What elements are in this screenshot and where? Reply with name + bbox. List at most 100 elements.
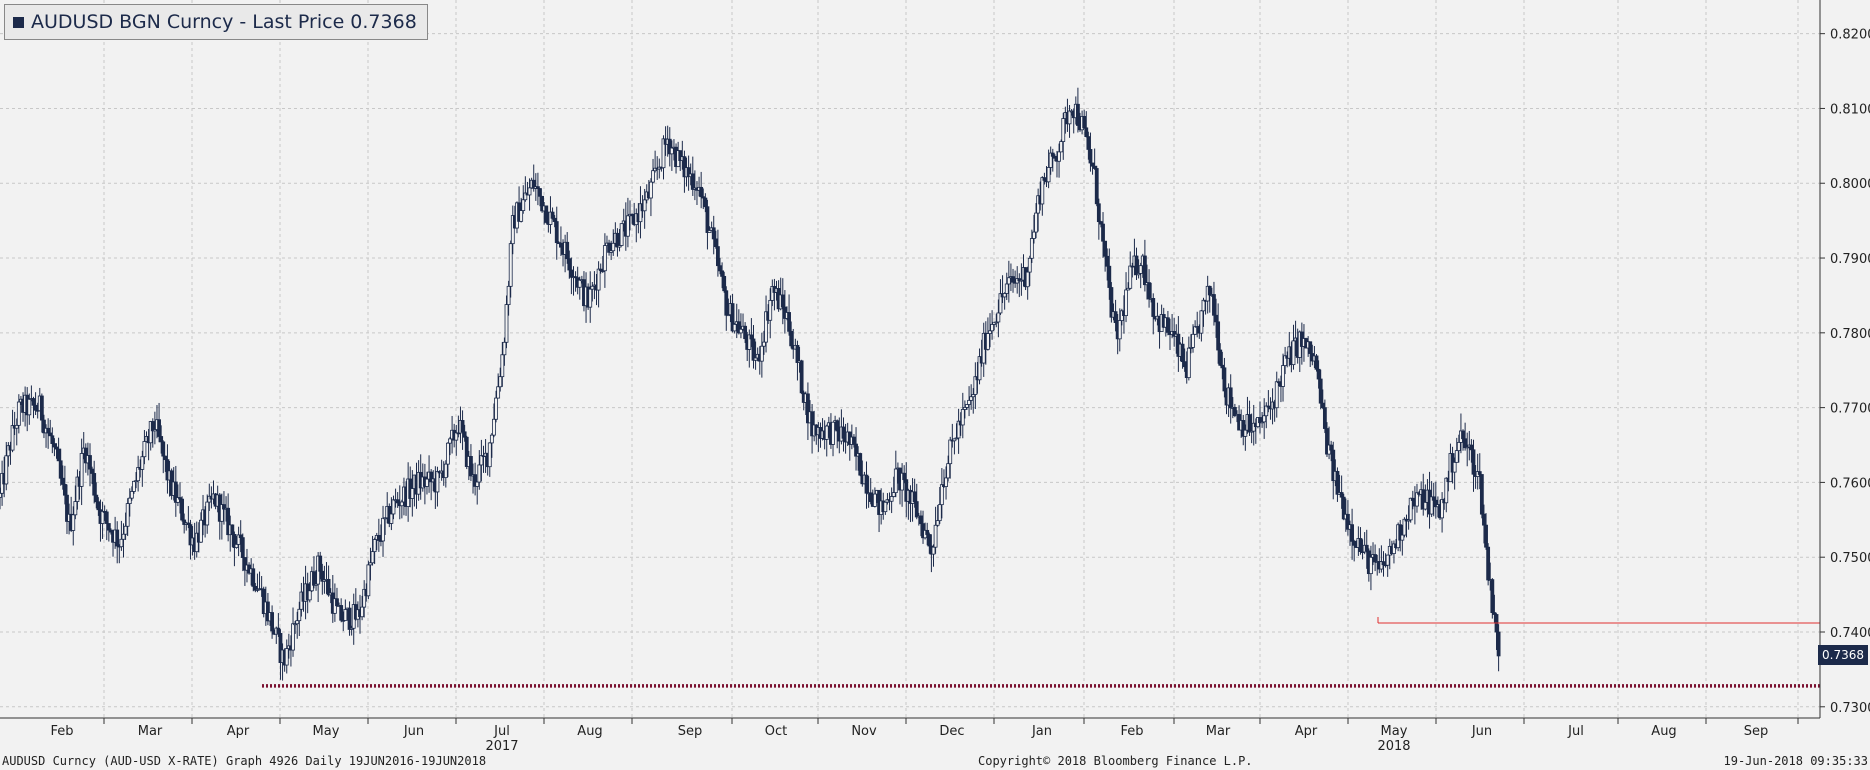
candle-down bbox=[720, 270, 724, 277]
candle-down bbox=[795, 344, 800, 363]
candle-down bbox=[1486, 546, 1491, 581]
candle-down bbox=[902, 472, 907, 481]
candle-up bbox=[1402, 518, 1407, 536]
candle-down bbox=[115, 529, 120, 547]
candle-down bbox=[1214, 314, 1218, 323]
candle-down bbox=[326, 578, 331, 596]
candle-up bbox=[500, 354, 505, 378]
candle-down bbox=[703, 197, 708, 208]
candle-down bbox=[1107, 265, 1112, 288]
candle-up bbox=[1201, 299, 1206, 312]
candle-up bbox=[937, 504, 942, 522]
candle-up bbox=[1385, 554, 1390, 566]
candle-up bbox=[527, 187, 532, 196]
level-lines bbox=[262, 617, 1820, 688]
candle-down bbox=[912, 491, 917, 502]
candle-down bbox=[1105, 255, 1110, 267]
candle-down bbox=[787, 312, 791, 332]
candle-down bbox=[251, 568, 256, 587]
candle-up bbox=[596, 268, 601, 291]
candle-up bbox=[307, 590, 312, 601]
candle-down bbox=[238, 534, 243, 539]
candle-up bbox=[1274, 381, 1279, 409]
candle-down bbox=[927, 534, 932, 547]
grid-lines bbox=[0, 0, 1820, 718]
candle-down bbox=[724, 290, 729, 316]
candle-up bbox=[1415, 492, 1419, 507]
candle-down bbox=[1471, 449, 1476, 475]
candle-down bbox=[31, 398, 36, 406]
x-month-label: Aug bbox=[577, 724, 602, 739]
candle-down bbox=[713, 238, 718, 247]
candle-down bbox=[376, 535, 381, 541]
candle-down bbox=[1308, 341, 1313, 354]
candle-up bbox=[205, 501, 210, 526]
candle-up bbox=[487, 442, 492, 468]
candle-up bbox=[1423, 501, 1428, 510]
candle-down bbox=[835, 420, 840, 432]
x-month-label: Jun bbox=[1471, 724, 1492, 739]
candle-down bbox=[1316, 368, 1321, 380]
candle-down bbox=[312, 571, 316, 586]
candle-up bbox=[1369, 556, 1373, 575]
candle-down bbox=[925, 529, 930, 535]
candle-up bbox=[893, 468, 898, 493]
candle-up bbox=[883, 501, 888, 513]
candle-down bbox=[1142, 255, 1147, 286]
candle-up bbox=[590, 285, 595, 290]
candle-down bbox=[106, 523, 111, 531]
candle-up bbox=[933, 524, 938, 548]
candle-up bbox=[446, 442, 450, 465]
candle-up bbox=[1199, 310, 1204, 334]
y-tick-label: 0.7400 bbox=[1830, 626, 1870, 641]
candle-down bbox=[550, 211, 555, 219]
candle-up bbox=[872, 493, 877, 507]
candle-down bbox=[718, 265, 722, 272]
footer: AUDUSD Curncy (AUD-USD X-RATE) Graph 492… bbox=[0, 752, 1870, 770]
candle-up bbox=[1117, 320, 1122, 340]
candle-up bbox=[27, 398, 32, 416]
candle-down bbox=[1381, 561, 1386, 566]
candle-down bbox=[1212, 294, 1216, 316]
candle-down bbox=[395, 499, 400, 504]
candle-up bbox=[504, 304, 509, 343]
candle-up bbox=[410, 488, 415, 499]
candle-down bbox=[749, 334, 754, 340]
y-tick-label: 0.7600 bbox=[1830, 476, 1870, 491]
y-tick-label: 0.8200 bbox=[1830, 28, 1870, 43]
candle-down bbox=[1134, 255, 1139, 276]
candle-up bbox=[508, 243, 513, 287]
y-tick-label: 0.8100 bbox=[1830, 102, 1870, 117]
candle-down bbox=[538, 188, 542, 197]
candle-up bbox=[14, 424, 19, 429]
candle-down bbox=[799, 360, 804, 394]
candle-down bbox=[1042, 177, 1047, 181]
legend[interactable]: AUDUSD BGN Curncy - Last Price 0.7368 bbox=[4, 4, 428, 40]
candle-down bbox=[1096, 203, 1101, 223]
candle-up bbox=[16, 401, 21, 426]
candle-up bbox=[960, 409, 965, 426]
candle-up bbox=[1029, 238, 1034, 259]
y-tick-label: 0.8000 bbox=[1830, 177, 1870, 192]
candle-up bbox=[425, 478, 429, 487]
candle-down bbox=[552, 217, 557, 222]
candle-down bbox=[462, 431, 467, 438]
candle-down bbox=[161, 441, 166, 457]
candle-down bbox=[1218, 349, 1223, 366]
candle-up bbox=[284, 648, 289, 666]
candle-down bbox=[60, 477, 65, 485]
y-tick-label: 0.7300 bbox=[1830, 701, 1870, 716]
candle-down bbox=[347, 607, 352, 630]
candle-up bbox=[71, 514, 76, 531]
candle-down bbox=[615, 232, 620, 248]
candle-down bbox=[716, 246, 720, 267]
candle-up bbox=[1452, 461, 1457, 473]
candle-down bbox=[1228, 387, 1233, 409]
candle-down bbox=[705, 206, 710, 233]
candle-up bbox=[489, 434, 494, 444]
candle-up bbox=[588, 288, 593, 308]
candle-up bbox=[969, 396, 974, 401]
candle-down bbox=[1011, 276, 1015, 283]
candle-up bbox=[1262, 415, 1267, 423]
candle-up bbox=[1191, 333, 1195, 348]
